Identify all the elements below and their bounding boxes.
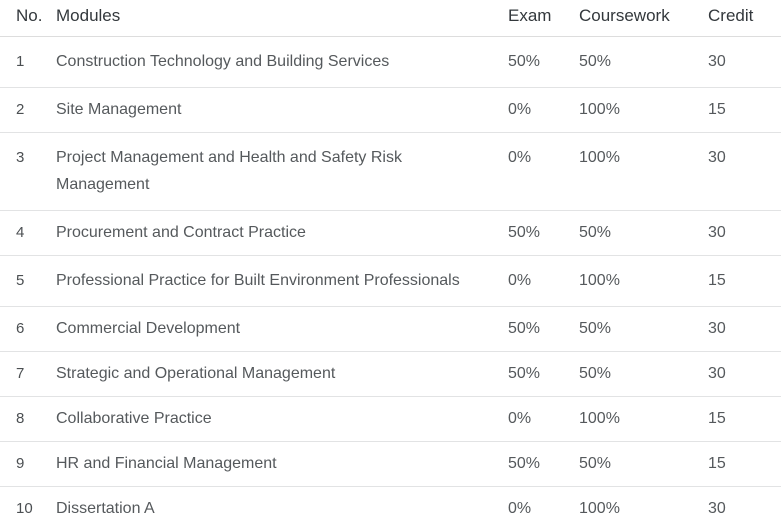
row-cell-no: 2 <box>0 88 56 133</box>
row-cell-coursework: 50% <box>579 307 708 352</box>
column-header-exam: Exam <box>508 0 579 37</box>
table-row: 6Commercial Development50%50%30 <box>0 307 781 352</box>
row-cell-no: 9 <box>0 442 56 487</box>
row-cell-coursework: 100% <box>579 133 708 211</box>
row-cell-exam: 50% <box>508 307 579 352</box>
row-cell-no: 1 <box>0 37 56 88</box>
row-cell-module: Collaborative Practice <box>56 397 508 442</box>
row-cell-module: Procurement and Contract Practice <box>56 211 508 256</box>
column-header-coursework: Coursework <box>579 0 708 37</box>
row-cell-credit: 15 <box>708 88 781 133</box>
row-cell-coursework: 50% <box>579 211 708 256</box>
row-cell-module: Construction Technology and Building Ser… <box>56 37 508 88</box>
row-cell-module: Commercial Development <box>56 307 508 352</box>
row-cell-module: Project Management and Health and Safety… <box>56 133 508 211</box>
row-cell-credit: 30 <box>708 352 781 397</box>
row-cell-coursework: 100% <box>579 88 708 133</box>
table-row: 9HR and Financial Management50%50%15 <box>0 442 781 487</box>
row-cell-module: Dissertation A <box>56 487 508 531</box>
row-cell-module: Professional Practice for Built Environm… <box>56 256 508 307</box>
row-cell-exam: 0% <box>508 487 579 531</box>
row-cell-no: 5 <box>0 256 56 307</box>
table-row: 1Construction Technology and Building Se… <box>0 37 781 88</box>
column-header-credit: Credit <box>708 0 781 37</box>
row-cell-credit: 30 <box>708 307 781 352</box>
table-row: 8Collaborative Practice0%100%15 <box>0 397 781 442</box>
row-cell-coursework: 50% <box>579 352 708 397</box>
row-cell-exam: 0% <box>508 88 579 133</box>
row-cell-credit: 15 <box>708 442 781 487</box>
table-row: 5Professional Practice for Built Environ… <box>0 256 781 307</box>
row-cell-coursework: 100% <box>579 256 708 307</box>
row-cell-module: HR and Financial Management <box>56 442 508 487</box>
row-cell-credit: 30 <box>708 37 781 88</box>
row-cell-no: 10 <box>0 487 56 531</box>
column-header-modules: Modules <box>56 0 508 37</box>
row-cell-coursework: 100% <box>579 487 708 531</box>
column-header-no: No. <box>0 0 56 37</box>
row-cell-coursework: 50% <box>579 442 708 487</box>
row-cell-credit: 15 <box>708 256 781 307</box>
row-cell-exam: 0% <box>508 256 579 307</box>
row-cell-exam: 0% <box>508 397 579 442</box>
row-cell-credit: 30 <box>708 211 781 256</box>
row-cell-coursework: 100% <box>579 397 708 442</box>
row-cell-coursework: 50% <box>579 37 708 88</box>
row-cell-no: 3 <box>0 133 56 211</box>
table-row: 10Dissertation A0%100%30 <box>0 487 781 531</box>
row-cell-exam: 50% <box>508 442 579 487</box>
table-row: 7Strategic and Operational Management50%… <box>0 352 781 397</box>
table-header-row: No. Modules Exam Coursework Credit <box>0 0 781 37</box>
table-header: No. Modules Exam Coursework Credit <box>0 0 781 37</box>
table-row: 3Project Management and Health and Safet… <box>0 133 781 211</box>
row-cell-exam: 0% <box>508 133 579 211</box>
row-cell-no: 6 <box>0 307 56 352</box>
table-row: 4Procurement and Contract Practice50%50%… <box>0 211 781 256</box>
row-cell-no: 4 <box>0 211 56 256</box>
row-cell-module: Site Management <box>56 88 508 133</box>
row-cell-credit: 15 <box>708 397 781 442</box>
row-cell-module: Strategic and Operational Management <box>56 352 508 397</box>
modules-table: No. Modules Exam Coursework Credit 1Cons… <box>0 0 781 531</box>
row-cell-credit: 30 <box>708 487 781 531</box>
row-cell-no: 7 <box>0 352 56 397</box>
table-body: 1Construction Technology and Building Se… <box>0 37 781 531</box>
table-row: 2Site Management0%100%15 <box>0 88 781 133</box>
row-cell-no: 8 <box>0 397 56 442</box>
row-cell-exam: 50% <box>508 352 579 397</box>
row-cell-credit: 30 <box>708 133 781 211</box>
row-cell-exam: 50% <box>508 37 579 88</box>
row-cell-exam: 50% <box>508 211 579 256</box>
